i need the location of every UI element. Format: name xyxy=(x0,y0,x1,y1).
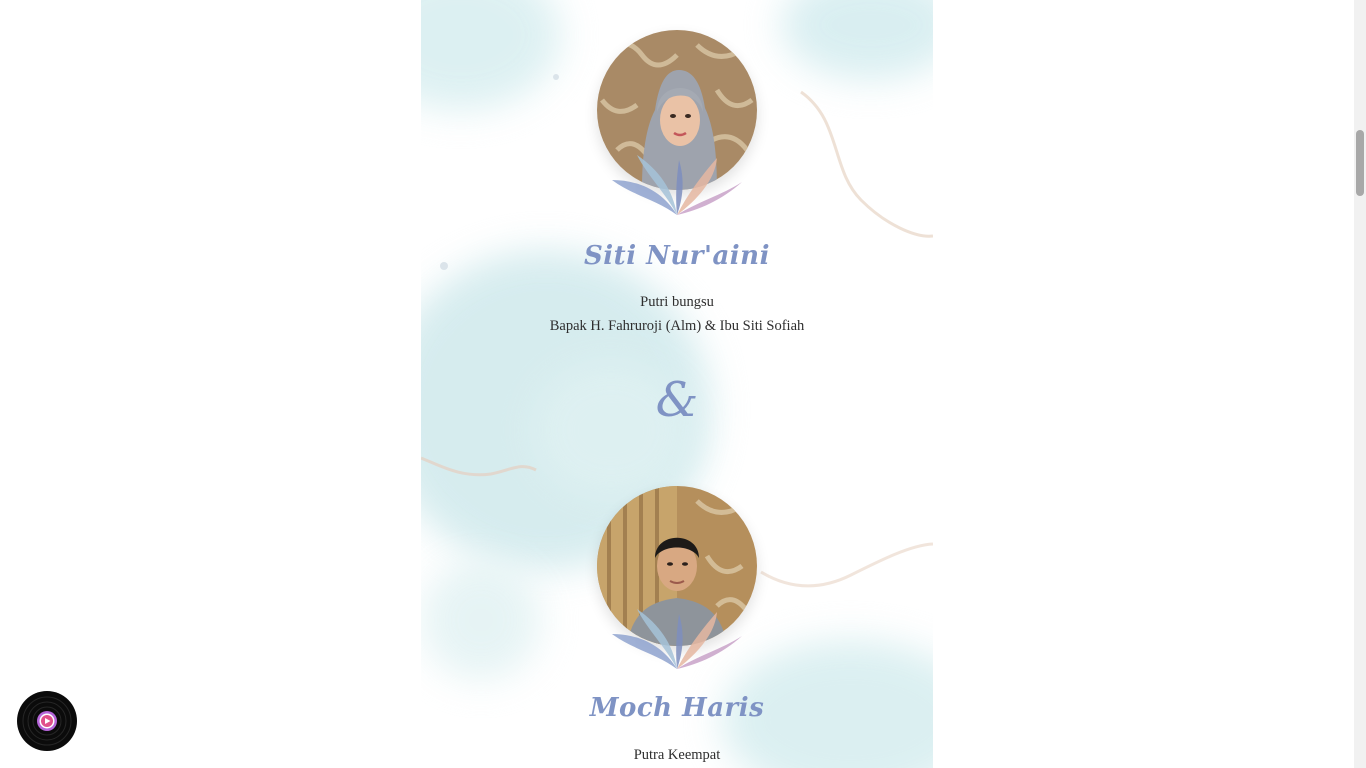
bride-name: Siti Nur'aini xyxy=(584,241,770,271)
music-toggle-button[interactable] xyxy=(17,691,77,751)
decorative-dot xyxy=(553,74,559,80)
groom-name: Moch Haris xyxy=(589,693,765,723)
bride-details: Putri bungsu Bapak H. Fahruroji (Alm) & … xyxy=(421,290,933,338)
groom-details: Putra Keempat xyxy=(421,743,933,767)
bride-parents: Bapak H. Fahruroji (Alm) & Ibu Siti Sofi… xyxy=(549,318,805,334)
page-viewport: Siti Nur'aini Putri bungsu Bapak H. Fahr… xyxy=(0,0,1366,768)
ampersand: & xyxy=(655,372,699,428)
vertical-scrollbar[interactable] xyxy=(1354,0,1366,768)
floral-leaves-decoration xyxy=(612,609,742,669)
floral-leaves-decoration xyxy=(612,155,742,215)
bride-relation: Putri bungsu xyxy=(640,294,714,310)
invitation-card: Siti Nur'aini Putri bungsu Bapak H. Fahr… xyxy=(421,0,933,768)
vinyl-record-icon xyxy=(17,691,77,751)
scrollbar-thumb[interactable] xyxy=(1356,130,1364,196)
groom-relation: Putra Keempat xyxy=(633,747,721,763)
